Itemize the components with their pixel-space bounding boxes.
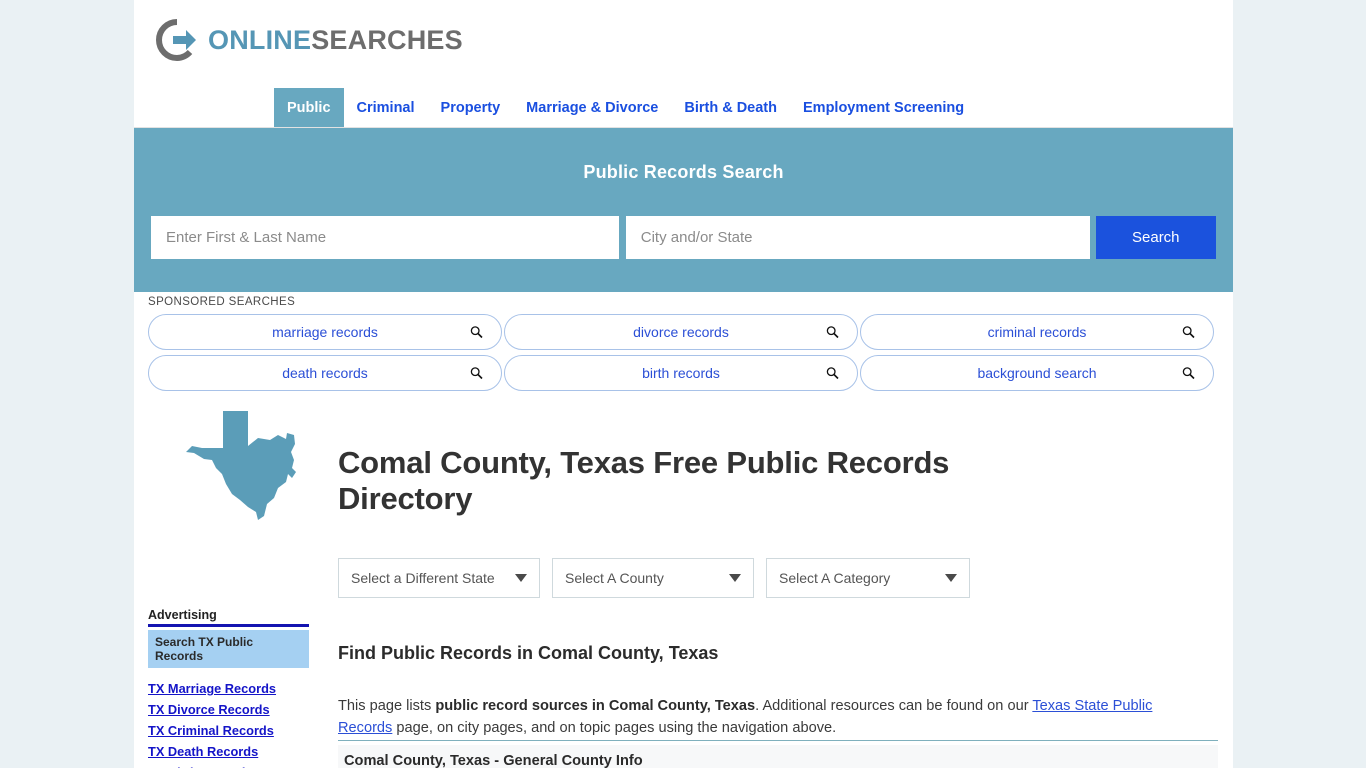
section-heading: Find Public Records in Comal County, Tex… xyxy=(338,642,719,663)
search-panel-title: Public Records Search xyxy=(583,162,784,182)
ad-link-tx-birth-records[interactable]: TX Birth Records xyxy=(148,762,309,768)
ad-link-tx-death-records[interactable]: TX Death Records xyxy=(148,741,309,762)
sponsored-pill-label: death records xyxy=(282,365,368,381)
sponsored-pill-label: background search xyxy=(977,365,1097,381)
nav-item-criminal[interactable]: Criminal xyxy=(344,88,428,127)
search-form: Search xyxy=(151,216,1216,259)
content-container: ONLINESEARCHES Public Criminal Property … xyxy=(134,0,1233,768)
sponsored-pill-label: criminal records xyxy=(987,324,1087,340)
category-select[interactable]: Select A Category xyxy=(766,558,970,598)
ad-link-list: TX Marriage Records TX Divorce Records T… xyxy=(148,678,309,768)
section-divider xyxy=(338,740,1218,741)
nav-item-birth-death[interactable]: Birth & Death xyxy=(671,88,790,127)
magnifier-icon xyxy=(470,367,483,380)
magnifier-icon xyxy=(1182,326,1195,339)
page-root: ONLINESEARCHES Public Criminal Property … xyxy=(0,0,1366,768)
nav-item-employment-screening[interactable]: Employment Screening xyxy=(790,88,977,127)
ad-link-tx-divorce-records[interactable]: TX Divorce Records xyxy=(148,699,309,720)
magnifier-icon xyxy=(470,326,483,339)
sponsored-searches-grid: marriage records divorce records crimina… xyxy=(148,314,1218,391)
nav-item-marriage-divorce[interactable]: Marriage & Divorce xyxy=(513,88,671,127)
sponsored-pill-criminal-records[interactable]: criminal records xyxy=(860,314,1214,350)
ad-link-tx-criminal-records[interactable]: TX Criminal Records xyxy=(148,720,309,741)
advertising-heading: Advertising xyxy=(148,608,309,627)
logo-word-searches: SEARCHES xyxy=(311,24,463,55)
sponsored-searches-label: SPONSORED SEARCHES xyxy=(148,296,296,308)
circle-arrow-icon xyxy=(154,17,200,63)
sponsored-pill-label: divorce records xyxy=(633,324,729,340)
sponsored-pill-label: birth records xyxy=(642,365,720,381)
sponsored-pill-label: marriage records xyxy=(272,324,378,340)
texas-state-map-icon xyxy=(182,408,317,528)
magnifier-icon xyxy=(826,326,839,339)
name-search-input[interactable] xyxy=(151,216,619,259)
logo-wordmark: ONLINESEARCHES xyxy=(208,24,463,55)
chevron-down-icon xyxy=(515,574,527,582)
general-county-info-label: Comal County, Texas - General County Inf… xyxy=(344,753,643,768)
magnifier-icon xyxy=(1182,367,1195,380)
sponsored-pill-divorce-records[interactable]: divorce records xyxy=(504,314,858,350)
paragraph-tail: page, on city pages, and on topic pages … xyxy=(392,719,837,736)
county-select[interactable]: Select A County xyxy=(552,558,754,598)
chevron-down-icon xyxy=(729,574,741,582)
filter-select-row: Select a Different State Select A County… xyxy=(338,558,982,598)
city-state-search-input[interactable] xyxy=(625,216,1090,259)
search-submit-button[interactable]: Search xyxy=(1095,216,1216,259)
sponsored-pill-marriage-records[interactable]: marriage records xyxy=(148,314,502,350)
paragraph-lead: This page lists xyxy=(338,697,436,714)
chevron-down-icon xyxy=(945,574,957,582)
logo-word-online: ONLINE xyxy=(208,24,312,55)
magnifier-icon xyxy=(826,367,839,380)
sponsored-pill-birth-records[interactable]: birth records xyxy=(504,355,858,391)
main-navigation: Public Criminal Property Marriage & Divo… xyxy=(134,88,1233,128)
nav-item-public[interactable]: Public xyxy=(274,88,344,127)
category-select-value: Select A Category xyxy=(779,570,891,586)
site-logo[interactable]: ONLINESEARCHES xyxy=(154,17,463,63)
state-select[interactable]: Select a Different State xyxy=(338,558,540,598)
nav-item-property[interactable]: Property xyxy=(428,88,514,127)
county-select-value: Select A County xyxy=(565,570,664,586)
paragraph-mid: . Additional resources can be found on o… xyxy=(755,697,1033,714)
ad-banner-search-tx-public-records[interactable]: Search TX Public Records xyxy=(148,630,309,668)
intro-paragraph: This page lists public record sources in… xyxy=(338,695,1188,739)
ad-link-tx-marriage-records[interactable]: TX Marriage Records xyxy=(148,678,309,699)
paragraph-bold-phrase: public record sources in Comal County, T… xyxy=(435,697,756,714)
sponsored-pill-death-records[interactable]: death records xyxy=(148,355,502,391)
public-records-search-panel: Public Records Search Search xyxy=(134,128,1233,292)
sidebar-advertising: Advertising Search TX Public Records TX … xyxy=(148,608,309,768)
general-county-info-header: Comal County, Texas - General County Inf… xyxy=(338,745,1218,768)
state-select-value: Select a Different State xyxy=(351,570,495,586)
sponsored-searches-section: SPONSORED SEARCHES marriage records divo… xyxy=(148,296,1218,391)
sponsored-pill-background-search[interactable]: background search xyxy=(860,355,1214,391)
page-title: Comal County, Texas Free Public Records … xyxy=(338,444,950,517)
